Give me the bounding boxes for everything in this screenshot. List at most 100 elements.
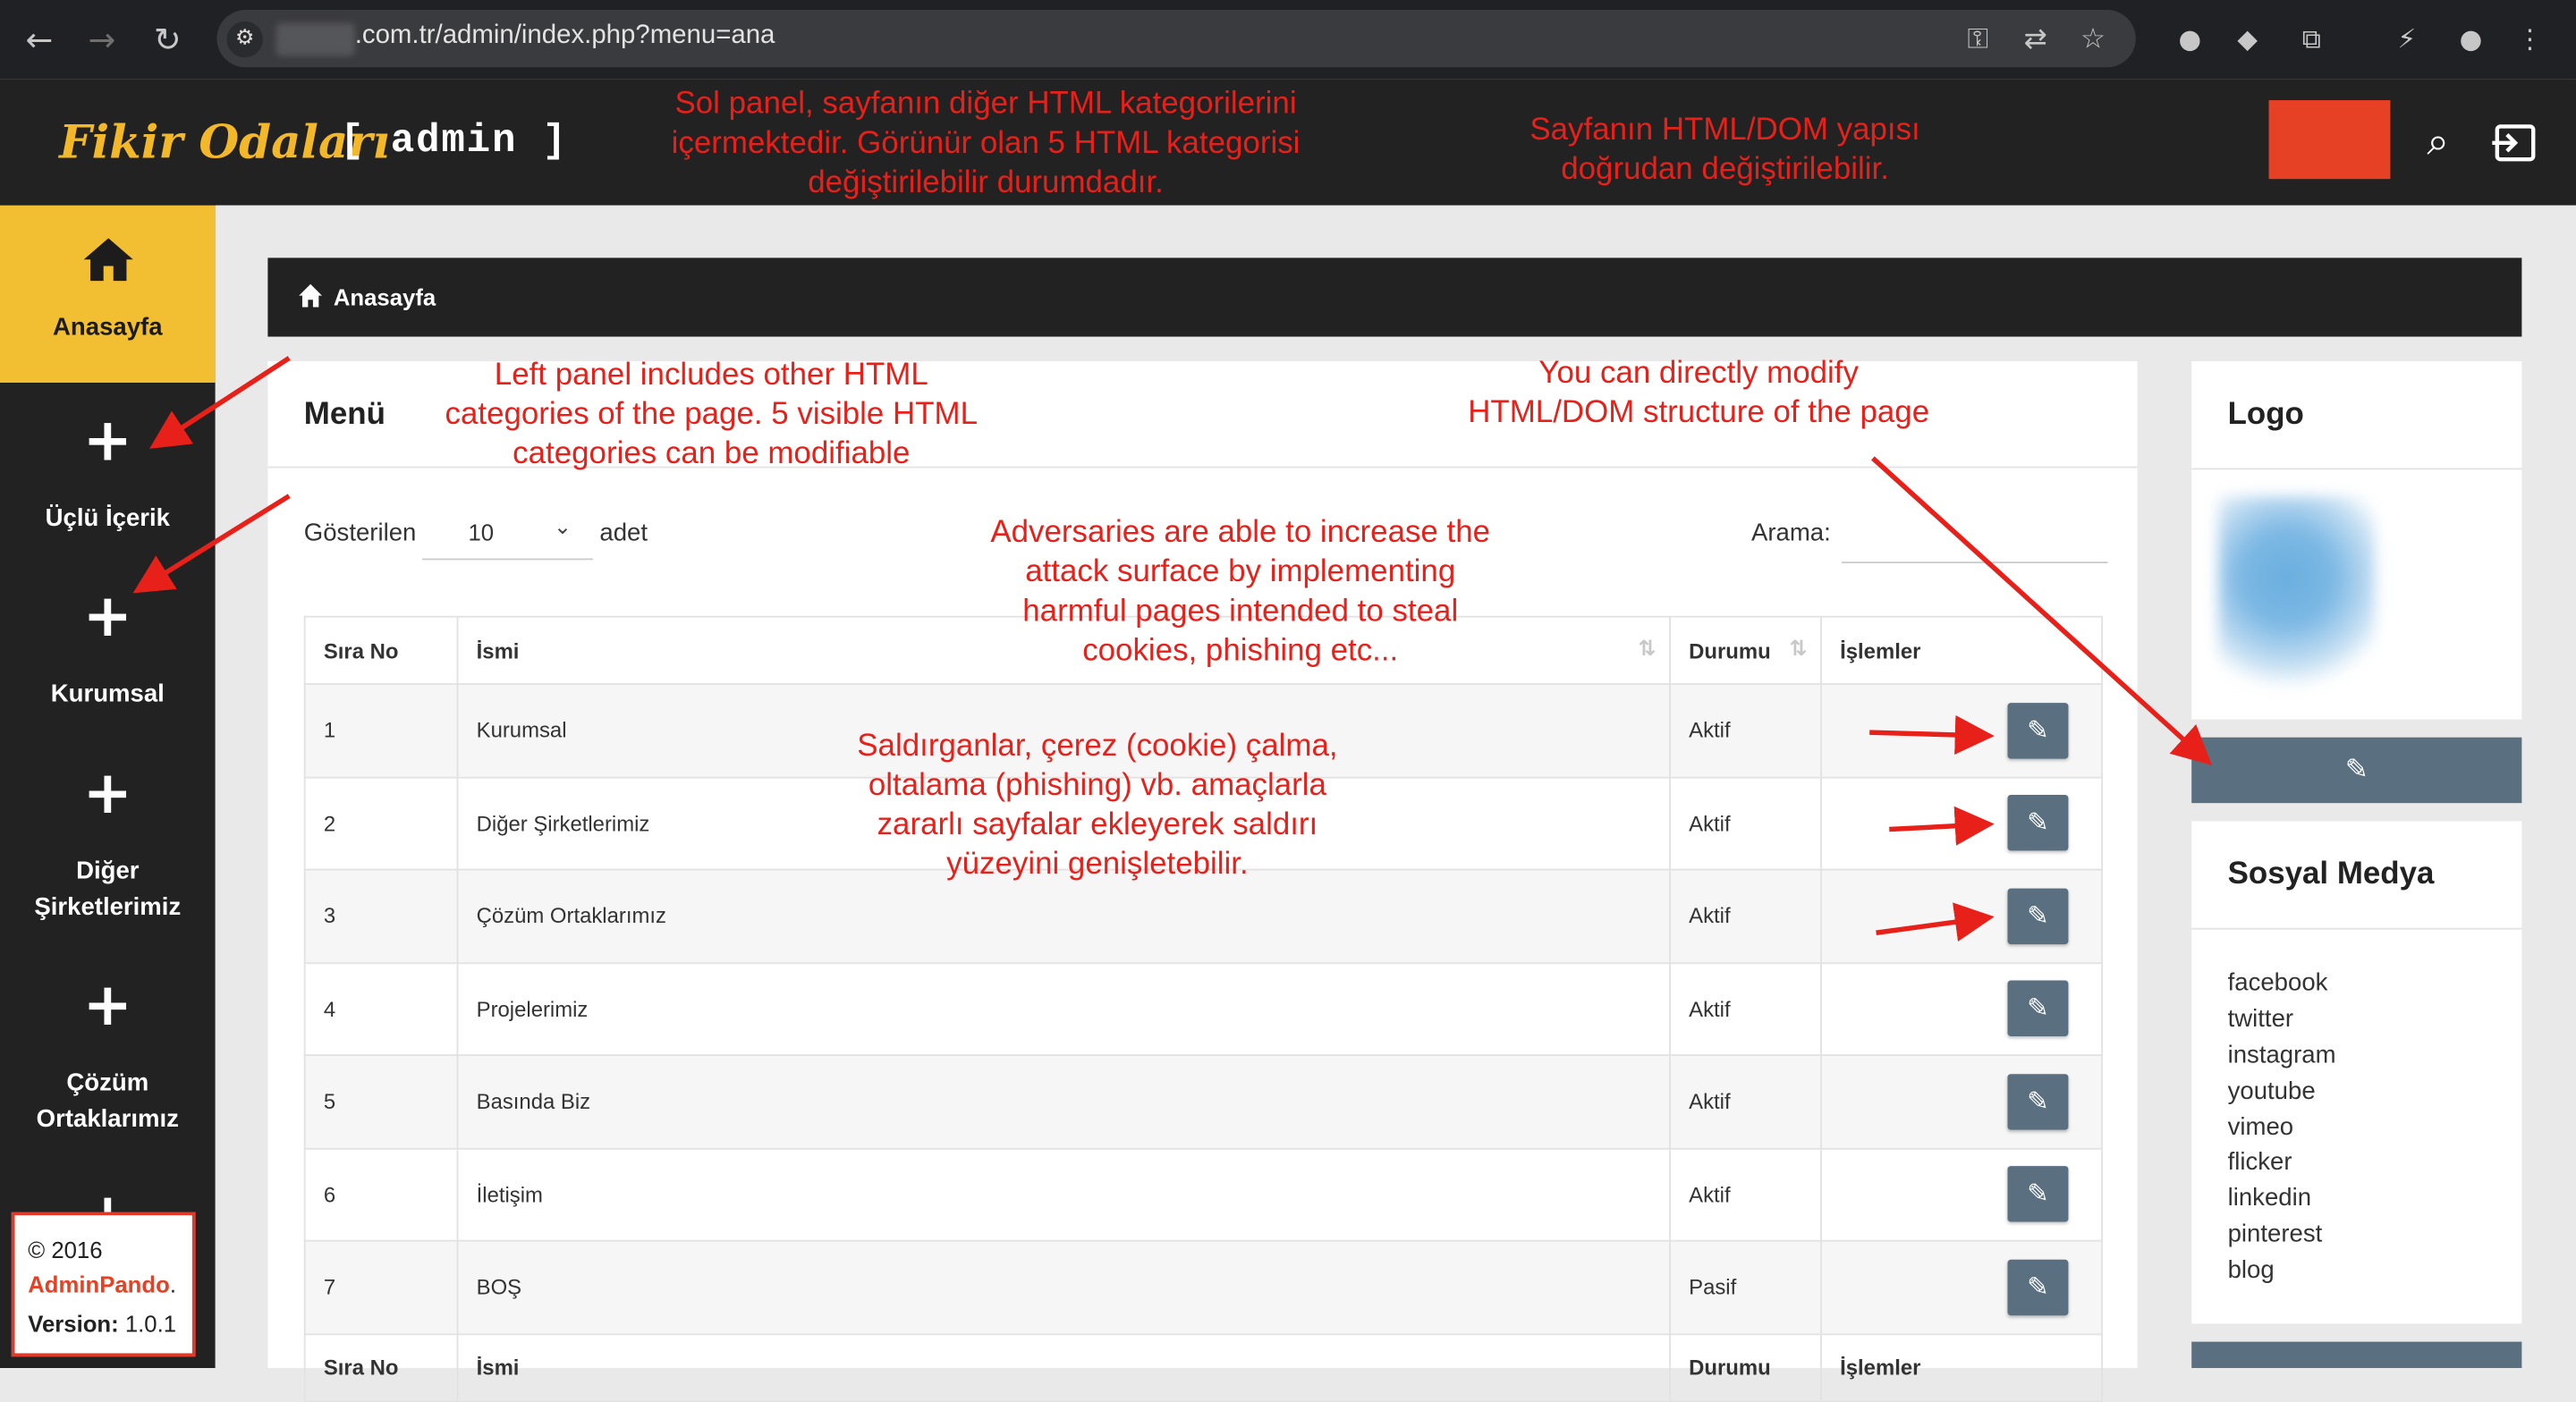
cell-name: Basında Biz [456, 1054, 1671, 1149]
annotation-en-left: Left panel includes other HTML categorie… [394, 357, 1029, 475]
annotation-line: zararlı sayfalar ekleyerek saldırı [877, 807, 1318, 843]
extension-git-icon[interactable]: ◆ [2226, 18, 2269, 61]
cell-actions: ✎ [1820, 1054, 2104, 1149]
page-size-select[interactable]: 10 ⌄ [422, 506, 594, 561]
column-footer-status: Durumu [1669, 1332, 1822, 1402]
breadcrumb-home-link[interactable]: Anasayfa [334, 284, 436, 310]
brand-link[interactable]: AdminPando [28, 1271, 170, 1297]
sidebar-item-kurumsal[interactable]: + Kurumsal [0, 584, 216, 713]
plus-icon: + [82, 407, 133, 475]
column-footer-actions: İşlemler [1820, 1332, 2104, 1402]
edit-button[interactable]: ✎ [2007, 888, 2069, 944]
cell-actions: ✎ [1820, 1146, 2104, 1242]
page-size-unit: adet [599, 519, 648, 547]
bookmark-star-icon[interactable]: ☆ [2073, 20, 2113, 59]
table-row: 4 Projelerimiz Aktif ✎ [303, 961, 2104, 1057]
cell-actions: ✎ [1820, 868, 2104, 964]
breadcrumb: Anasayfa [267, 258, 2522, 337]
logout-icon[interactable] [2490, 118, 2539, 167]
column-header-label: Sıra No [323, 638, 399, 663]
sidebar-item-label: Şirketlerimiz [34, 893, 182, 922]
search-input[interactable] [1841, 505, 2108, 563]
cell-status: Aktif [1669, 775, 1822, 871]
reload-icon[interactable]: ↻ [145, 16, 191, 62]
column-footer-name: İsmi [456, 1332, 1671, 1402]
home-icon [82, 238, 132, 282]
table-row: 6 İletişim Aktif ✎ [303, 1146, 2104, 1242]
annotation-line: Sol panel, sayfanın diğer HTML kategoril… [674, 87, 1297, 122]
sidebar-item-label: Kurumsal [50, 680, 165, 708]
annotation-tr-right: Sayfanın HTML/DOM yapısı doğrudan değişt… [1479, 112, 1971, 190]
column-header-no[interactable]: Sıra No [303, 615, 459, 685]
sidebar-item-diger-sirketlerimiz[interactable]: + Diğer Şirketlerimiz [0, 760, 216, 926]
brand-line: AdminPando. [28, 1271, 176, 1297]
password-key-icon[interactable]: ⚿ [1958, 20, 1997, 59]
chevron-down-icon: ⌄ [553, 515, 572, 541]
column-header-label: İşlemler [1840, 638, 1921, 663]
url-redacted [275, 22, 355, 56]
edit-button[interactable]: ✎ [2007, 980, 2069, 1037]
cell-status: Aktif [1669, 1054, 1822, 1149]
search-icon[interactable]: ⌕ [2415, 118, 2461, 164]
annotation-line: doğrudan değiştirilebilir. [1561, 152, 1889, 188]
edit-button[interactable]: ✎ [2007, 1259, 2069, 1315]
annotation-line: attack surface by implementing [1025, 554, 1456, 590]
plus-icon: + [82, 760, 133, 828]
extension-cookie-icon[interactable]: ● [2168, 18, 2211, 61]
edit-button[interactable]: ✎ [2007, 702, 2069, 759]
annotation-line: cookies, phishing etc... [1082, 633, 1399, 669]
cell-name: İletişim [456, 1146, 1671, 1242]
version-value: 1.0.1 [124, 1310, 177, 1338]
cell-status: Pasif [1669, 1239, 1822, 1335]
sidebar-item-cozum-ortaklarimiz[interactable]: + Çözüm Ortaklarımız [0, 973, 216, 1138]
annotation-line: yüzeyini genişletebilir. [946, 847, 1249, 883]
column-header-label: İsmi [476, 638, 520, 663]
profile-avatar[interactable]: ● [2450, 18, 2493, 61]
social-card: Sosyal Medya [2191, 821, 2522, 1324]
sidebar-item-anasayfa[interactable]: Anasayfa [0, 205, 216, 383]
annotation-line: Adversaries are able to increase the [990, 515, 1491, 551]
card-title: Menü [303, 397, 386, 433]
logo-edit-button[interactable]: ✎ [2191, 737, 2522, 804]
annotation-en-middle: Adversaries are able to increase the att… [936, 514, 1545, 671]
back-icon[interactable]: ← [16, 16, 62, 62]
column-header-status[interactable]: Durumu ⇅ [1669, 615, 1822, 685]
sidebar-item-label: Üçlü İçerik [45, 503, 170, 533]
sidebar-item-label: Ortaklarımız [36, 1105, 179, 1134]
logo-card-title: Logo [2227, 397, 2304, 433]
translate-icon[interactable]: ⇄ [2016, 20, 2055, 59]
sidebar-item-label: Anasayfa [53, 313, 163, 342]
url-text[interactable]: .com.tr/admin/index.php?menu=ana [355, 21, 775, 51]
cell-status: Aktif [1669, 1146, 1822, 1242]
edit-button[interactable]: ✎ [2007, 1073, 2069, 1130]
social-item-twitter: twitter [2227, 1005, 2294, 1034]
cell-no: 2 [303, 775, 459, 871]
cell-actions: ✎ [1820, 1239, 2104, 1335]
edit-button[interactable]: ✎ [2007, 795, 2069, 851]
performance-icon[interactable]: ⚡ [2385, 18, 2428, 61]
site-settings-icon[interactable]: ⚙ [226, 21, 263, 58]
annotation-line: HTML/DOM structure of the page [1468, 395, 1930, 431]
cell-actions: ✎ [1820, 683, 2104, 778]
annotation-line: Sayfanın HTML/DOM yapısı [1530, 113, 1920, 148]
column-footer-label: Sıra No [323, 1355, 399, 1380]
copyright-text: © 2016 [28, 1237, 103, 1263]
cell-no: 5 [303, 1054, 459, 1149]
social-item-linkedin: linkedin [2227, 1184, 2312, 1212]
forward-icon[interactable]: → [79, 16, 124, 62]
cell-no: 6 [303, 1146, 459, 1242]
social-edit-button[interactable] [2191, 1341, 2522, 1368]
extensions-puzzle-icon[interactable]: ⧉ [2290, 18, 2333, 61]
edit-button[interactable]: ✎ [2007, 1166, 2069, 1222]
cell-name: Projelerimiz [456, 961, 1671, 1057]
logo-image [2217, 495, 2376, 690]
table-row: 5 Basında Biz Aktif ✎ [303, 1054, 2104, 1149]
header-red-block [2268, 100, 2391, 180]
cell-actions: ✎ [1820, 961, 2104, 1057]
social-item-vimeo: vimeo [2227, 1113, 2294, 1142]
browser-menu-icon[interactable]: ⋮ [2509, 18, 2552, 61]
annotation-line: Left panel includes other HTML [494, 358, 928, 393]
social-item-facebook: facebook [2227, 968, 2328, 997]
sidebar-item-uclu-icerik[interactable]: + Üçlü İçerik [0, 407, 216, 536]
page-size-value: 10 [468, 519, 495, 545]
